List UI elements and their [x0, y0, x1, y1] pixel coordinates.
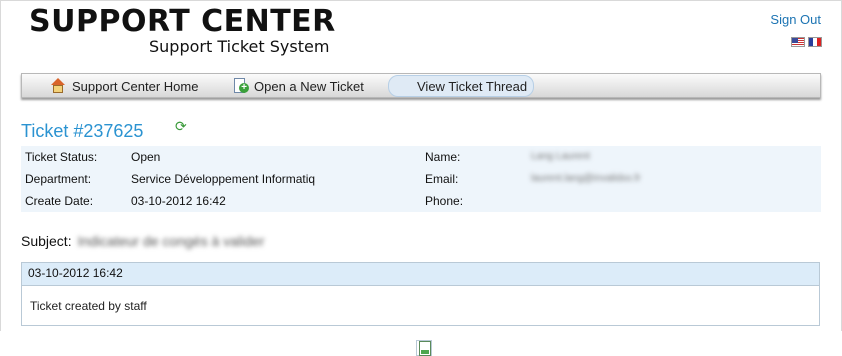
status-label: Ticket Status:: [25, 150, 98, 164]
nav-label: Support Center Home: [72, 78, 199, 94]
subject-label: Subject:: [21, 233, 72, 249]
fr-flag-icon[interactable]: [808, 37, 822, 47]
nav-view-ticket-thread[interactable]: View Ticket Thread: [388, 75, 535, 356]
nav-label: Open a New Ticket: [254, 78, 364, 94]
sign-out-link[interactable]: Sign Out: [770, 12, 821, 27]
nav-support-center-home[interactable]: Support Center Home: [44, 76, 204, 96]
status-value: Open: [131, 150, 161, 164]
subject-line: Subject: Indicateur de congés à valider: [21, 232, 264, 250]
email-value: laurent.lang@invalidxx.fr: [531, 173, 641, 184]
thread-entry-date: 03-10-2012 16:42: [22, 263, 819, 286]
nav-open-new-ticket[interactable]: Open a New Ticket: [226, 76, 370, 96]
language-flags: [791, 37, 822, 47]
home-icon: [50, 78, 66, 94]
thread-entry: 03-10-2012 16:42 Ticket created by staff: [21, 262, 820, 326]
nav-bar: Support Center Home Open a New Ticket Vi…: [21, 73, 821, 356]
email-label: Email:: [425, 172, 459, 186]
refresh-icon[interactable]: ⟳: [175, 119, 188, 133]
ticket-title: Ticket #237625: [21, 121, 144, 141]
ticket-thread-icon: [416, 340, 432, 356]
logo-subtitle: Support Ticket System: [149, 37, 330, 56]
nav-label: View Ticket Thread: [417, 78, 528, 94]
name-value: Lang Laurent: [531, 151, 590, 162]
us-flag-icon[interactable]: [791, 37, 805, 47]
name-label: Name:: [425, 150, 461, 164]
department-label: Department:: [25, 172, 92, 186]
department-value: Service Développement Informatiq: [131, 172, 316, 186]
new-ticket-icon: [232, 78, 249, 94]
create-date-label: Create Date:: [25, 194, 94, 208]
thread-entry-message: Ticket created by staff: [30, 299, 147, 313]
phone-label: Phone:: [425, 194, 464, 208]
logo-title: SUPPORT CENTER: [29, 4, 336, 39]
create-date-value: 03-10-2012 16:42: [131, 194, 226, 208]
ticket-info-panel: Ticket Status: Open Department: Service …: [21, 146, 821, 212]
subject-value: Indicateur de congés à valider: [77, 233, 265, 249]
